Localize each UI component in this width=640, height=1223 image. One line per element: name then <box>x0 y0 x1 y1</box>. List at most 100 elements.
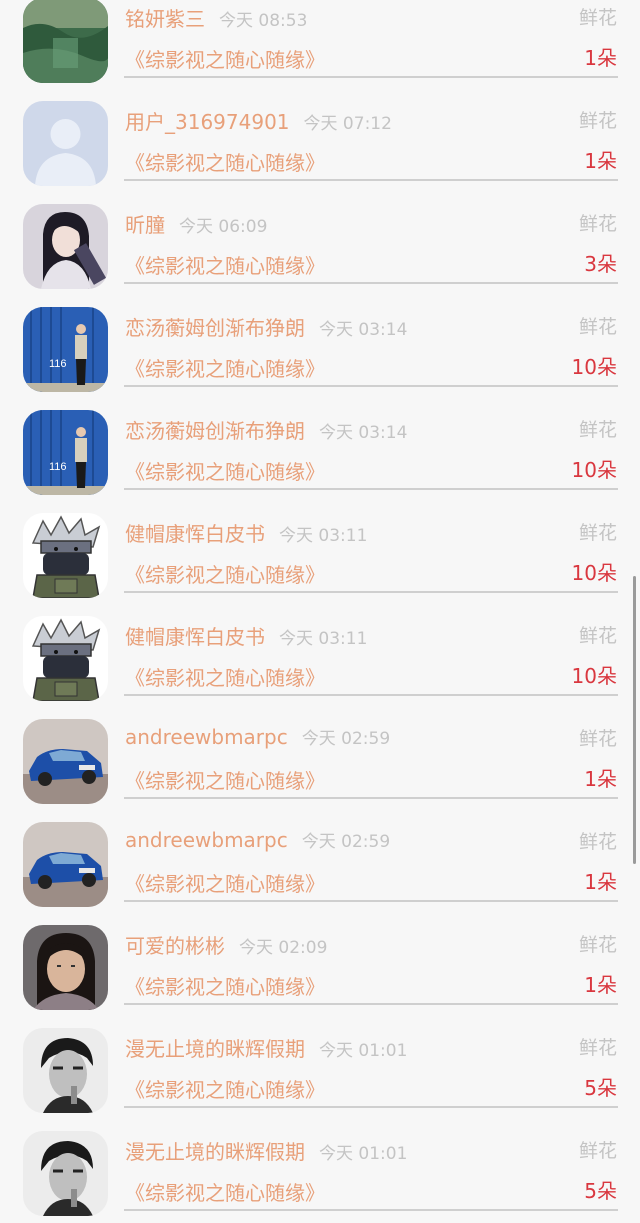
svg-text:116: 116 <box>49 358 67 370</box>
novel-title[interactable]: 《综影视之随心随缘》 <box>125 44 325 73</box>
gift-type-label: 鲜花 <box>578 728 617 750</box>
avatar-default-user[interactable] <box>23 101 108 186</box>
novel-title[interactable]: 《综影视之随心随缘》 <box>125 971 325 1000</box>
sender-line: 漫无止境的眯辉假期 今天 01:01 <box>125 1136 407 1165</box>
avatar-blue-rally-car[interactable] <box>23 719 108 804</box>
row-divider <box>124 900 618 902</box>
novel-title[interactable]: 《综影视之随心随缘》 <box>125 765 325 794</box>
username[interactable]: 用户_316974901 <box>125 110 290 134</box>
avatar-landscape-photo[interactable] <box>23 0 108 83</box>
sender-line: andreewbmarpc 今天 02:59 <box>125 724 390 749</box>
gift-record-row[interactable]: andreewbmarpc 今天 02:59 鲜花《综影视之随心随缘》 1朵 <box>0 708 640 811</box>
username[interactable]: andreewbmarpc <box>125 725 288 749</box>
gift-record-row[interactable]: 116 恋汤蘅姆创渐布狰朗 今天 03:14 鲜花 《综影视之随心随缘》 10朵 <box>0 399 640 502</box>
row-divider <box>124 385 618 387</box>
gift-record-list: 铭妍紫三 今天 08:53 鲜花 《综影视之随心随缘》 1朵 用户_316974901 今天… <box>0 0 640 1223</box>
row-divider <box>124 797 618 799</box>
novel-title[interactable]: 《综影视之随心随缘》 <box>125 353 325 382</box>
avatar-bw-man-photo[interactable] <box>23 1028 108 1113</box>
username[interactable]: 昕朣 <box>125 213 165 237</box>
username[interactable]: andreewbmarpc <box>125 828 288 852</box>
gift-record-row[interactable]: 健帽康恽白皮书 今天 03:11 鲜花《综影视之随心随缘》 10朵 <box>0 502 640 605</box>
timestamp: 今天 03:14 <box>319 423 408 443</box>
avatar-blue-rally-car[interactable] <box>23 822 108 907</box>
gift-type-label: 鲜花 <box>578 316 617 338</box>
row-divider <box>124 1003 618 1005</box>
sender-line: 可爱的彬彬 今天 02:09 <box>125 930 327 959</box>
gift-quantity: 1朵 <box>584 149 617 173</box>
avatar-anime-girl[interactable] <box>23 204 108 289</box>
avatar-ninja-cartoon[interactable] <box>23 513 108 598</box>
novel-title[interactable]: 《综影视之随心随缘》 <box>125 1074 325 1103</box>
novel-title[interactable]: 《综影视之随心随缘》 <box>125 1177 325 1206</box>
novel-title[interactable]: 《综影视之随心随缘》 <box>125 662 325 691</box>
gift-type-label: 鲜花 <box>578 934 617 956</box>
row-divider <box>124 76 618 78</box>
gift-type-label: 鲜花 <box>578 1140 617 1162</box>
sender-line: 铭妍紫三 今天 08:53 <box>125 3 307 32</box>
timestamp: 今天 03:11 <box>279 526 368 546</box>
scrollbar[interactable] <box>633 576 636 864</box>
sender-line: 恋汤蘅姆创渐布狰朗 今天 03:14 <box>125 415 407 444</box>
gift-type-label: 鲜花 <box>578 110 617 132</box>
svg-text:116: 116 <box>49 461 67 473</box>
gift-record-row[interactable]: 漫无止境的眯辉假期 今天 01:01 鲜花 《综影视之随心随缘》 5朵 <box>0 1017 640 1120</box>
timestamp: 今天 07:12 <box>303 114 392 134</box>
row-divider <box>124 591 618 593</box>
username[interactable]: 铭妍紫三 <box>125 7 205 31</box>
username[interactable]: 漫无止境的眯辉假期 <box>125 1037 305 1061</box>
timestamp: 今天 02:59 <box>301 729 391 749</box>
avatar-girl-photo[interactable] <box>23 925 108 1010</box>
gift-quantity: 5朵 <box>584 1179 617 1203</box>
novel-title[interactable]: 《综影视之随心随缘》 <box>125 559 325 588</box>
timestamp: 今天 02:59 <box>301 832 391 852</box>
gift-quantity: 1朵 <box>584 46 617 70</box>
sender-line: 恋汤蘅姆创渐布狰朗 今天 03:14 <box>125 312 407 341</box>
novel-title[interactable]: 《综影视之随心随缘》 <box>125 147 325 176</box>
timestamp: 今天 01:01 <box>319 1144 408 1164</box>
gift-quantity: 1朵 <box>584 767 617 791</box>
gift-record-row[interactable]: 116 恋汤蘅姆创渐布狰朗 今天 03:14 鲜花《综影视之随心随缘》 10朵 <box>0 296 640 399</box>
novel-title[interactable]: 《综影视之随心随缘》 <box>125 868 325 897</box>
row-divider <box>124 179 618 181</box>
row-divider <box>124 1106 618 1108</box>
timestamp: 今天 06:09 <box>179 217 268 237</box>
username[interactable]: 健帽康恽白皮书 <box>125 625 265 649</box>
sender-line: 健帽康恽白皮书 今天 03:11 <box>125 518 367 547</box>
gift-quantity: 5朵 <box>584 1076 617 1100</box>
timestamp: 今天 02:09 <box>239 938 328 958</box>
row-divider <box>124 1209 618 1211</box>
gift-quantity: 1朵 <box>584 973 617 997</box>
novel-title[interactable]: 《综影视之随心随缘》 <box>125 250 325 279</box>
row-divider <box>124 488 618 490</box>
gift-record-row[interactable]: 健帽康恽白皮书 今天 03:11 鲜花《综影视之随心随缘》 10朵 <box>0 605 640 708</box>
gift-record-row[interactable]: 铭妍紫三 今天 08:53 鲜花《综影视之随心随缘》 1朵 <box>0 0 640 90</box>
row-divider <box>124 282 618 284</box>
gift-quantity: 10朵 <box>571 664 617 688</box>
sender-line: 昕朣 今天 06:09 <box>125 209 267 238</box>
avatar-bw-man-photo[interactable] <box>23 1131 108 1216</box>
avatar-blue-container-person[interactable]: 116 <box>23 307 108 392</box>
gift-record-row[interactable]: 昕朣 今天 06:09 鲜花 《综影视之随心随缘》 3朵 <box>0 193 640 296</box>
novel-title[interactable]: 《综影视之随心随缘》 <box>125 456 325 485</box>
gift-record-row[interactable]: 可爱的彬彬 今天 02:09 鲜花《综影视之随心随缘》 1朵 <box>0 914 640 1017</box>
username[interactable]: 可爱的彬彬 <box>125 934 225 958</box>
gift-record-row[interactable]: andreewbmarpc 今天 02:59 鲜花 《综影视之随心随缘》 1朵 <box>0 811 640 914</box>
gift-record-row[interactable]: 漫无止境的眯辉假期 今天 01:01 鲜花《综影视之随心随缘》 5朵 <box>0 1120 640 1223</box>
gift-type-label: 鲜花 <box>578 7 617 29</box>
username[interactable]: 健帽康恽白皮书 <box>125 522 265 546</box>
avatar-blue-container-person[interactable]: 116 <box>23 410 108 495</box>
username[interactable]: 恋汤蘅姆创渐布狰朗 <box>125 316 305 340</box>
gift-quantity: 10朵 <box>571 355 617 379</box>
username[interactable]: 漫无止境的眯辉假期 <box>125 1140 305 1164</box>
gift-type-label: 鲜花 <box>578 1037 617 1059</box>
gift-type-label: 鲜花 <box>578 625 617 647</box>
gift-quantity: 10朵 <box>571 561 617 585</box>
gift-type-label: 鲜花 <box>578 522 617 544</box>
avatar-ninja-cartoon[interactable] <box>23 616 108 701</box>
sender-line: 健帽康恽白皮书 今天 03:11 <box>125 621 367 650</box>
gift-record-row[interactable]: 用户_316974901 今天 07:12 鲜花《综影视之随心随缘》 1朵 <box>0 90 640 193</box>
timestamp: 今天 03:14 <box>319 320 408 340</box>
username[interactable]: 恋汤蘅姆创渐布狰朗 <box>125 419 305 443</box>
row-divider <box>124 694 618 696</box>
